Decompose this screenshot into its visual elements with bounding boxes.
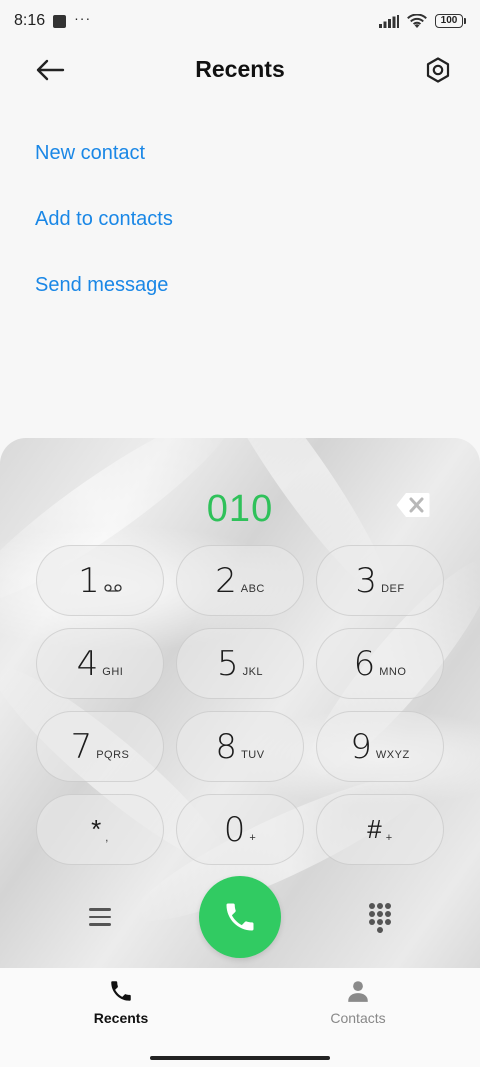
key-hash[interactable]: # + [316, 794, 444, 865]
send-message-link[interactable]: Send message [35, 252, 173, 318]
key-digit: * [91, 814, 102, 844]
tab-label: Contacts [330, 1010, 386, 1026]
key-letters: GHI [102, 665, 124, 678]
key-letters: JKL [242, 665, 264, 678]
key-letters: ABC [240, 582, 265, 595]
app-bar: Recents [0, 42, 480, 98]
key-star[interactable]: * , [36, 794, 164, 865]
phone-icon [226, 903, 254, 931]
key-letters: TUV [241, 748, 265, 761]
bottom-nav: Recents Contacts [0, 968, 480, 1067]
call-button[interactable] [199, 876, 281, 958]
tab-recents[interactable]: Recents [61, 978, 181, 1026]
tab-contacts[interactable]: Contacts [298, 978, 418, 1026]
dialpad-icon [369, 903, 375, 909]
key-digit: 6 [353, 643, 376, 684]
status-time: 8:16 [14, 12, 46, 29]
arrow-left-icon [36, 59, 65, 81]
key-digit: 0 [223, 809, 246, 850]
key-letters: PQRS [96, 748, 130, 761]
signal-icon [379, 14, 399, 28]
wifi-icon [407, 13, 427, 28]
key-digit: # [367, 814, 382, 844]
key-digit: 9 [350, 726, 372, 767]
key-3[interactable]: 3 DEF [316, 545, 444, 616]
keypad: 1 2 ABC 3 DEF 4 GHI 5 JKL 6 MNO 7 PQRS 8… [36, 545, 446, 865]
key-1[interactable]: 1 [36, 545, 164, 616]
key-7[interactable]: 7 PQRS [36, 711, 164, 782]
back-button[interactable] [30, 54, 70, 86]
voicemail-icon [104, 583, 122, 592]
battery-level: 100 [435, 14, 463, 28]
add-to-contacts-link[interactable]: Add to contacts [35, 186, 173, 252]
key-digit: 1 [78, 560, 100, 601]
notification-icon [53, 14, 67, 28]
phone-icon [111, 981, 131, 1001]
backspace-icon [396, 493, 430, 517]
key-5[interactable]: 5 JKL [176, 628, 304, 699]
key-0[interactable]: 0 + [176, 794, 304, 865]
key-digit: 5 [216, 643, 239, 684]
key-9[interactable]: 9 WXYZ [316, 711, 444, 782]
key-letters: WXYZ [375, 748, 410, 761]
key-4[interactable]: 4 GHI [36, 628, 164, 699]
status-bar: 8:16 ··· 100 [0, 0, 480, 42]
backspace-button[interactable] [396, 491, 430, 519]
tab-label: Recents [93, 1010, 149, 1026]
key-digit: 4 [76, 643, 99, 684]
key-letters: DEF [381, 582, 405, 595]
menu-icon [89, 908, 111, 911]
person-icon [348, 981, 368, 1002]
page-title: Recents [195, 56, 285, 82]
key-digit: 3 [355, 560, 378, 601]
new-contact-link[interactable]: New contact [35, 120, 173, 186]
key-letters: + [249, 831, 257, 844]
key-letters: , [105, 831, 109, 844]
action-list: New contact Add to contacts Send message [35, 120, 173, 318]
more-notifications-icon: ··· [74, 10, 92, 26]
key-8[interactable]: 8 TUV [176, 711, 304, 782]
menu-button[interactable] [84, 901, 116, 933]
key-digit: 2 [215, 560, 237, 601]
key-digit: 7 [70, 726, 93, 767]
dialer-actions [0, 875, 480, 959]
battery-icon: 100 [435, 14, 466, 28]
key-letters: + [385, 831, 393, 844]
key-letters: MNO [379, 665, 407, 678]
keypad-toggle-button[interactable] [367, 903, 393, 933]
home-indicator[interactable] [150, 1056, 330, 1060]
dialer-panel: 010 1 2 ABC 3 DEF 4 GHI 5 JKL 6 MNO 7 PQ… [0, 438, 480, 968]
settings-button[interactable] [420, 52, 456, 88]
key-2[interactable]: 2 ABC [176, 545, 304, 616]
key-digit: 8 [215, 726, 238, 767]
settings-icon [426, 57, 450, 83]
key-6[interactable]: 6 MNO [316, 628, 444, 699]
